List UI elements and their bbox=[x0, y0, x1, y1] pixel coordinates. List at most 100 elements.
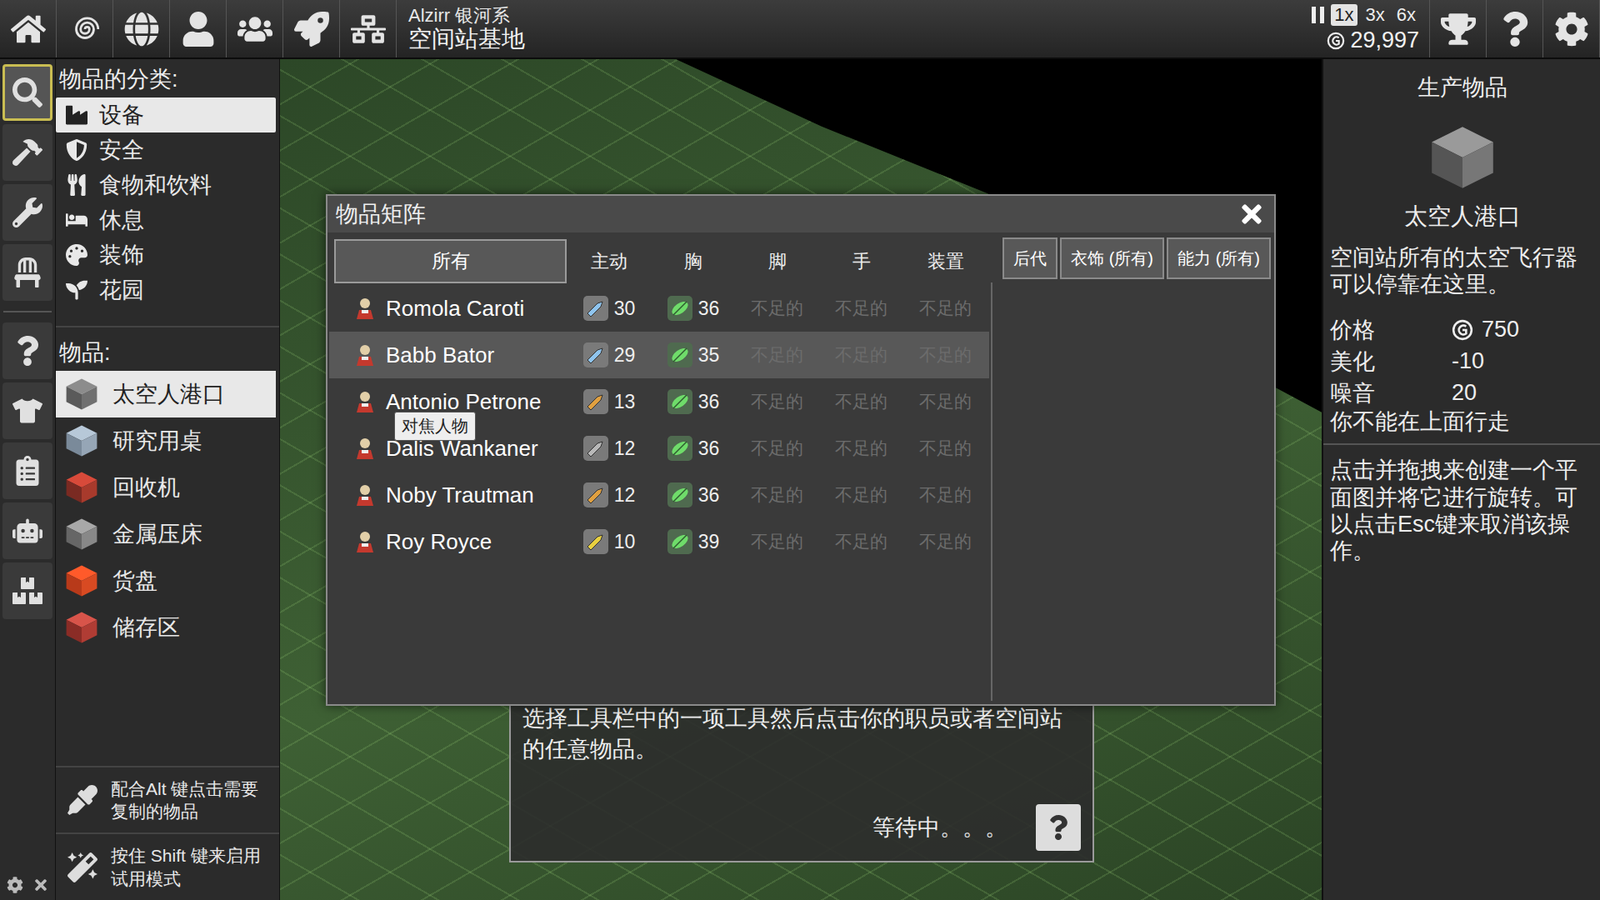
slot-cell: 不足的 bbox=[903, 530, 988, 554]
tool-button[interactable] bbox=[2, 502, 53, 560]
close-icon bbox=[1237, 200, 1266, 229]
object-icon bbox=[62, 561, 101, 600]
crew-name: Babb Bator bbox=[385, 342, 495, 369]
stat-label: 噪音 bbox=[1330, 378, 1452, 409]
categories-header: 物品的分类: bbox=[55, 59, 280, 98]
object-item[interactable]: 货盘 bbox=[55, 557, 276, 605]
crew-row[interactable]: Roy Royce1039不足的不足的不足的 bbox=[329, 518, 990, 565]
top-menu-button[interactable] bbox=[170, 0, 227, 58]
speed-button[interactable]: 3x bbox=[1362, 4, 1389, 26]
filter-button[interactable]: 衣饰 (所有) bbox=[1060, 237, 1165, 280]
tool-button[interactable] bbox=[2, 64, 53, 121]
tutorial-help-button[interactable] bbox=[1035, 804, 1081, 851]
crew-name: Antonio Petrone bbox=[385, 389, 541, 415]
money: 29,997 bbox=[1326, 27, 1420, 54]
game-screen: Alzirr 银河系空间站基地 1x3x6x29,997 物品的分类:设备安全食物和… bbox=[0, 0, 1600, 900]
crew-row[interactable]: Babb Bator2935不足的不足的不足的 bbox=[329, 331, 990, 379]
items-header: 物品: bbox=[55, 332, 280, 371]
object-icon bbox=[62, 468, 101, 507]
location-title: Alzirr 银河系空间站基地 bbox=[396, 0, 525, 58]
tutorial-text: 选择工具栏中的一项工具然后点击你的职员或者空间站的任意物品。 bbox=[522, 703, 1081, 765]
slot-cell: 不足的 bbox=[903, 390, 988, 414]
chest-gear-icon bbox=[666, 388, 694, 415]
top-menu-button[interactable] bbox=[113, 0, 170, 58]
crew-row[interactable]: Romola Caroti3036不足的不足的不足的 bbox=[329, 285, 990, 332]
slot-cell: 不足的 bbox=[903, 296, 988, 320]
window-title: 物品矩阵 bbox=[335, 199, 426, 230]
object-item[interactable]: 金属压床 bbox=[55, 510, 276, 558]
tool-button[interactable] bbox=[2, 382, 53, 440]
help-icon bbox=[1045, 815, 1071, 840]
object-item[interactable]: 储存区 bbox=[55, 604, 276, 651]
small-close-icon[interactable] bbox=[32, 876, 50, 894]
column-header[interactable]: 胸 bbox=[650, 249, 735, 275]
pause-icon[interactable] bbox=[1310, 5, 1326, 25]
tool-button[interactable] bbox=[2, 562, 53, 620]
tasks-icon bbox=[12, 455, 43, 486]
category-item[interactable]: 装饰 bbox=[55, 237, 276, 273]
speed-button[interactable]: 1x bbox=[1330, 4, 1357, 26]
top-menu-button[interactable] bbox=[56, 0, 114, 58]
tool-button[interactable] bbox=[2, 124, 53, 181]
column-header[interactable]: 脚 bbox=[735, 249, 820, 275]
tool-button[interactable] bbox=[2, 322, 53, 380]
category-item[interactable]: 休息 bbox=[55, 202, 276, 238]
tool-button[interactable] bbox=[2, 184, 53, 241]
filter-button[interactable]: 后代 bbox=[1002, 237, 1058, 280]
matrix-tab[interactable]: 所有 bbox=[334, 239, 567, 284]
tool-button[interactable] bbox=[2, 244, 53, 301]
item-matrix-window: 物品矩阵所有主动胸脚手装置Romola Caroti3036不足的不足的不足的B… bbox=[325, 194, 1276, 706]
settings-button[interactable] bbox=[1543, 0, 1600, 58]
object-item[interactable]: 太空人港口 bbox=[55, 370, 276, 418]
category-item[interactable]: 安全 bbox=[55, 132, 276, 168]
bed-icon bbox=[65, 209, 88, 231]
achievements-button[interactable] bbox=[1429, 0, 1487, 58]
column-header[interactable]: 装置 bbox=[903, 249, 988, 275]
tool-button[interactable] bbox=[2, 442, 53, 500]
decor-icon bbox=[65, 244, 88, 266]
object-item[interactable]: 研究用桌 bbox=[55, 417, 276, 465]
active-cell: 30 bbox=[566, 295, 651, 322]
rail-footer bbox=[0, 870, 55, 900]
robot-icon bbox=[12, 515, 43, 546]
crew-avatar-icon bbox=[352, 342, 378, 368]
rocket-icon bbox=[294, 11, 330, 47]
slot-cell: 不足的 bbox=[903, 343, 988, 367]
stock-icon bbox=[12, 575, 43, 606]
chest-gear-icon bbox=[666, 528, 694, 555]
rail-divider bbox=[3, 310, 52, 313]
slot-cell: 不足的 bbox=[903, 436, 988, 460]
food-icon bbox=[65, 174, 88, 196]
active-tool-icon bbox=[582, 341, 610, 369]
stat-label: 美化 bbox=[1330, 346, 1452, 377]
help-button[interactable] bbox=[1486, 0, 1544, 58]
speed-controls: 1x3x6x29,997 bbox=[1310, 0, 1430, 58]
crew-avatar-icon bbox=[352, 389, 378, 415]
spaceport-icon bbox=[1424, 119, 1501, 196]
crew-row[interactable]: Noby Trautman1236不足的不足的不足的 bbox=[329, 471, 990, 519]
construct-icon bbox=[12, 197, 43, 228]
window-title-bar[interactable]: 物品矩阵 bbox=[327, 195, 1275, 233]
top-menu-button[interactable] bbox=[226, 0, 284, 58]
speed-button[interactable]: 6x bbox=[1393, 4, 1420, 26]
filter-button[interactable]: 能力 (所有) bbox=[1166, 237, 1271, 280]
slot-cell: 不足的 bbox=[819, 530, 904, 554]
category-item[interactable]: 花园 bbox=[55, 272, 276, 308]
chest-cell: 39 bbox=[650, 528, 735, 555]
station-map[interactable]: 选择工具栏中的一项工具然后点击你的职员或者空间站的任意物品。等待中。。。物品矩阵… bbox=[280, 59, 1322, 900]
close-button[interactable] bbox=[1237, 200, 1266, 229]
category-item[interactable]: 食物和饮料 bbox=[55, 167, 276, 203]
top-menu-button[interactable] bbox=[0, 0, 57, 58]
small-gear-icon[interactable] bbox=[6, 876, 24, 894]
chest-gear-icon bbox=[666, 481, 694, 509]
active-cell: 13 bbox=[566, 388, 651, 415]
active-cell: 12 bbox=[566, 435, 651, 462]
category-item[interactable]: 设备 bbox=[55, 97, 276, 133]
column-header[interactable]: 主动 bbox=[566, 249, 651, 275]
top-menu-button[interactable] bbox=[283, 0, 340, 58]
globe-icon bbox=[124, 11, 160, 47]
column-header[interactable]: 手 bbox=[819, 249, 904, 275]
top-menu-button[interactable] bbox=[340, 0, 397, 58]
object-item[interactable]: 回收机 bbox=[55, 464, 276, 511]
crew-name: Romola Caroti bbox=[385, 295, 525, 322]
